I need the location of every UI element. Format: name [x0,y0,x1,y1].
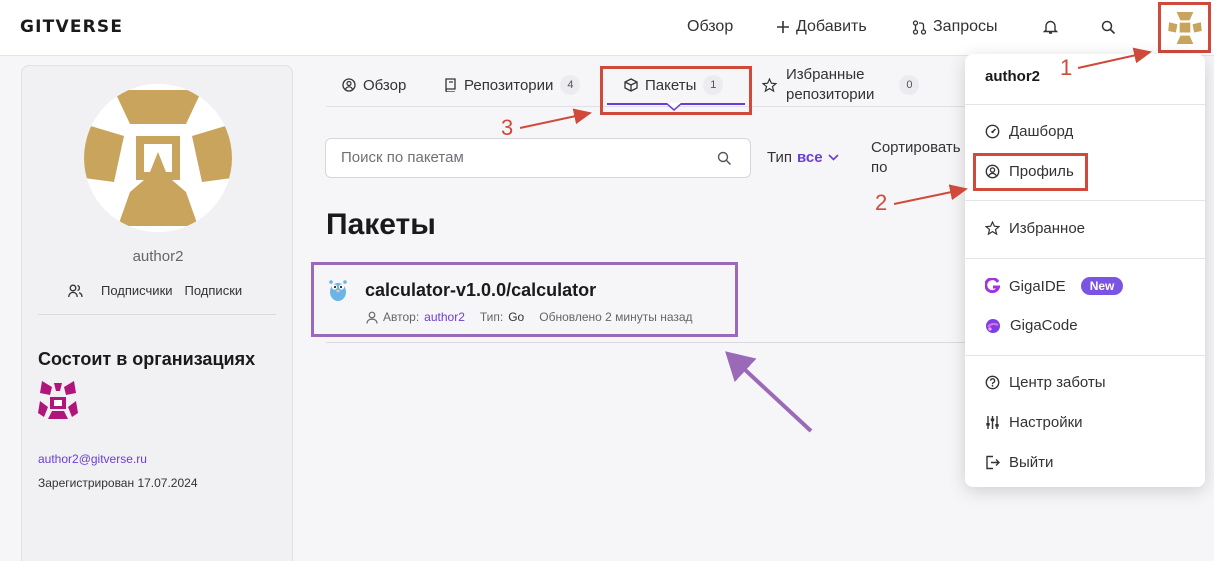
sort-dropdown[interactable]: Сортировать по [871,138,971,178]
organization-avatar[interactable] [38,379,78,419]
search-button[interactable] [1098,17,1118,37]
annotation-highlight-profile [973,153,1088,191]
sort-label-line1: Сортировать [871,139,961,156]
search-icon [1101,20,1115,34]
tab-starred-label-line2: репозитории [786,86,875,103]
book-icon [445,78,456,92]
gigaide-icon [985,278,1000,294]
organizations-title: Состоит в организациях [38,349,256,369]
menu-item-help-center-label: Центр заботы [1009,374,1106,391]
menu-item-dashboard-label: Дашборд [1009,123,1074,140]
search-icon [717,151,732,166]
tab-repositories-label: Репозитории [464,76,554,94]
notifications-button[interactable] [1040,17,1060,37]
tab-starred-label-line1: Избранные [786,66,865,83]
menu-divider [965,258,1205,259]
menu-divider [965,104,1205,105]
profile-email[interactable]: author2@gitverse.ru [38,452,147,466]
star-icon [985,221,1000,236]
gitverse-logo[interactable]: GITVERSE [20,17,123,37]
profile-circle-icon [342,78,356,92]
annotation-arrow-3 [519,108,592,129]
menu-item-dashboard[interactable]: Дашборд [985,123,1073,140]
chevron-down-icon [827,154,839,161]
user-menu-dropdown: author2 Дашборд Профиль Избранное GigaID… [965,54,1205,487]
nav-add-label: Добавить [796,18,867,35]
avatar [1166,9,1203,46]
plus-icon [777,21,789,33]
sort-label-line2: по [871,159,888,176]
page-title: Пакеты [326,208,436,241]
menu-item-gigaide-label: GigaIDE [1009,277,1066,295]
tab-starred[interactable]: Избранные репозитории 0 [762,62,920,108]
following-link[interactable]: Подписки [185,283,243,298]
menu-item-logout-label: Выйти [1009,454,1054,471]
menu-item-gigaide[interactable]: GigaIDE New [985,277,1124,295]
menu-item-settings[interactable]: Настройки [985,414,1083,431]
menu-item-gigacode[interactable]: GigaCode [985,317,1078,334]
annotation-number-1: 1 [1060,55,1073,80]
menu-item-favorites[interactable]: Избранное [985,220,1085,237]
profile-sidebar: author2 Подписчики Подписки Состоит в ор… [21,65,293,561]
annotation-arrow-package [725,351,813,433]
annotation-highlight-package [311,262,738,337]
tab-repositories[interactable]: Репозитории 4 [444,62,581,108]
type-filter-label: Тип [767,149,793,166]
star-icon [762,77,777,92]
nav-add[interactable]: Добавить [776,18,867,36]
nav-requests-label: Запросы [933,18,998,35]
type-filter-value: все [797,149,823,166]
top-header: GITVERSE Обзор Добавить Запросы [0,0,1214,56]
tab-overview[interactable]: Обзор [342,62,406,108]
profile-username: author2 [132,248,184,265]
nav-overview[interactable]: Обзор [687,18,733,36]
package-divider [326,342,966,343]
followers-link[interactable]: Подписчики [101,283,173,298]
new-badge: New [1080,277,1124,295]
menu-username: author2 [985,68,1041,85]
dashboard-icon [985,124,1000,139]
gigacode-icon [986,318,1000,333]
menu-item-favorites-label: Избранное [1009,220,1086,237]
nav-overview-label: Обзор [687,18,734,35]
package-search-input[interactable] [341,149,701,166]
starred-count: 0 [899,75,920,95]
registration-date: Зарегистрирован 17.07.2024 [38,476,198,490]
nav-requests[interactable]: Запросы [912,18,998,36]
annotation-highlight-packages-tab [600,66,752,115]
sidebar-divider [38,314,276,315]
menu-divider [965,200,1205,201]
logout-icon [986,455,1000,470]
annotation-number-3: 3 [501,115,514,140]
tab-overview-label: Обзор [363,76,407,94]
repositories-count: 4 [560,75,581,95]
user-avatar-button[interactable] [1158,2,1211,53]
annotation-number-2: 2 [875,190,888,215]
menu-item-gigacode-label: GigaCode [1010,317,1078,334]
pull-request-icon [912,19,927,35]
help-icon [985,375,1000,390]
users-icon [68,284,83,297]
profile-avatar [84,84,232,232]
menu-item-settings-label: Настройки [1009,414,1083,431]
follow-stats: Подписчики Подписки [68,283,242,298]
type-filter[interactable]: Тип все [767,149,839,166]
settings-icon [986,416,999,429]
menu-item-logout[interactable]: Выйти [985,454,1053,471]
annotation-arrow-2 [893,184,968,205]
package-search [325,138,751,178]
menu-divider [965,355,1205,356]
bell-icon [1042,20,1058,34]
menu-item-help-center[interactable]: Центр заботы [985,374,1106,391]
